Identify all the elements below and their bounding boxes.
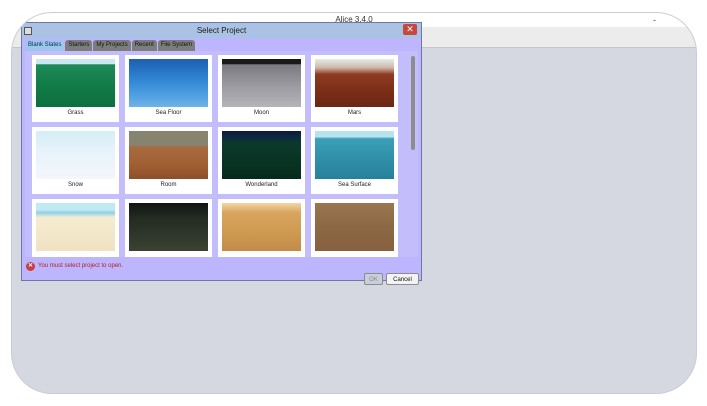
error-message-row: ✕ You must select project to open. [26, 261, 123, 271]
template-wonderland[interactable]: Wonderland [218, 127, 305, 194]
template-dirt[interactable] [311, 199, 398, 257]
sea-surface-thumbnail [315, 131, 394, 179]
scrollbar-thumb[interactable] [411, 56, 415, 150]
template-dark-terrain[interactable] [125, 199, 212, 257]
minimize-button[interactable]: - [653, 13, 656, 27]
vertical-scrollbar[interactable] [410, 53, 416, 255]
cancel-button[interactable]: Cancel [386, 273, 419, 285]
project-tabs: Blank Slates Starters My Projects Recent… [25, 40, 196, 51]
tab-file-system[interactable]: File System [157, 40, 196, 51]
template-beach[interactable] [32, 199, 119, 257]
template-room[interactable]: Room [125, 127, 212, 194]
template-moon[interactable]: Moon [218, 55, 305, 122]
dirt-thumbnail [315, 203, 394, 251]
moon-thumbnail [222, 59, 301, 107]
template-label: Room [160, 182, 177, 188]
wonderland-thumbnail [222, 131, 301, 179]
template-mars[interactable]: Mars [311, 55, 398, 122]
select-project-dialog: Select Project ✕ Blank Slates Starters M… [21, 22, 422, 285]
template-label: Sea Floor [155, 110, 182, 116]
template-label: Mars [347, 110, 362, 116]
template-sea-floor[interactable]: Sea Floor [125, 55, 212, 122]
template-grid: Grass Sea Floor Moon Mars Snow Room Wond… [32, 55, 399, 257]
sea-floor-thumbnail [129, 59, 208, 107]
template-label: Wonderland [245, 182, 278, 188]
app-window: Alice 3.4.0 - Select Project ✕ Blank Sla… [12, 13, 696, 393]
template-snow[interactable]: Snow [32, 127, 119, 194]
tab-blank-slates[interactable]: Blank Slates [25, 40, 65, 51]
close-button[interactable]: ✕ [403, 24, 417, 35]
dialog-title: Select Project [196, 26, 247, 35]
tab-starters[interactable]: Starters [65, 40, 93, 51]
template-label: Snow [67, 182, 83, 188]
template-panel: Grass Sea Floor Moon Mars Snow Room Wond… [25, 51, 418, 257]
template-label: Grass [67, 110, 84, 116]
dark-terrain-thumbnail [129, 203, 208, 251]
tab-my-projects[interactable]: My Projects [93, 40, 131, 51]
template-grass[interactable]: Grass [32, 55, 119, 122]
mars-thumbnail [315, 59, 394, 107]
window-menu-icon[interactable] [24, 27, 32, 35]
grass-thumbnail [36, 59, 115, 107]
error-message: You must select project to open. [38, 263, 124, 269]
room-thumbnail [129, 131, 208, 179]
beach-thumbnail [36, 203, 115, 251]
dialog-title-bar: Select Project ✕ [22, 23, 421, 38]
ok-button[interactable]: OK [364, 273, 383, 285]
error-icon: ✕ [26, 261, 35, 271]
template-sea-surface[interactable]: Sea Surface [311, 127, 398, 194]
snow-thumbnail [36, 131, 115, 179]
template-desert[interactable] [218, 199, 305, 257]
desert-thumbnail [222, 203, 301, 251]
tab-recent[interactable]: Recent [131, 40, 157, 51]
template-label: Sea Surface [337, 182, 372, 188]
template-label: Moon [253, 110, 269, 116]
